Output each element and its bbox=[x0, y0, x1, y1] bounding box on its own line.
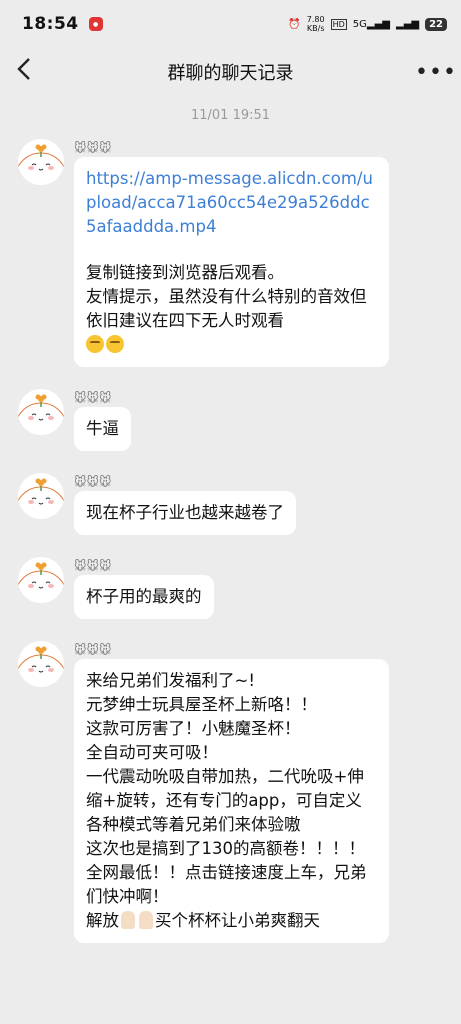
alarm-icon: ⏰ bbox=[288, 18, 301, 30]
status-bar: 18:54 ● ⏰ 7.80 KB/s HD 5G▂▄▆ ▂▄▆ 22 bbox=[0, 0, 461, 48]
message-text: 元梦绅士玩具屋圣杯上新咯！！ bbox=[86, 695, 317, 714]
avatar[interactable] bbox=[18, 557, 64, 603]
emoji-row bbox=[86, 333, 377, 357]
signal-icon: 5G▂▄▆ bbox=[352, 18, 390, 30]
sender-name: 🐭🐭🐭 bbox=[74, 643, 112, 657]
message-text: 这次也是搞到了130的高额卷！！！！全网最低！！点击链接速度上车，兄弟们快冲啊！ bbox=[86, 839, 367, 906]
message-item: 🐭🐭🐭 现在杯子行业也越来越卷了 bbox=[0, 473, 461, 535]
message-text: 一代震动吮吸自带加热，二代吮吸+伸缩+旋转，还有专门的app，可自定义各种模式等… bbox=[86, 767, 364, 834]
avatar[interactable] bbox=[18, 389, 64, 435]
message-bubble[interactable]: 杯子用的最爽的 bbox=[74, 575, 214, 619]
message-text: 现在杯子行业也越来越卷了 bbox=[86, 503, 284, 522]
grin-emoji-icon bbox=[86, 335, 104, 353]
signal-icon-2: ▂▄▆ bbox=[396, 18, 420, 30]
grin-emoji-icon bbox=[106, 335, 124, 353]
avatar[interactable] bbox=[18, 641, 64, 687]
message-text: 杯子用的最爽的 bbox=[86, 587, 202, 606]
sender-name: 🐭🐭🐭 bbox=[74, 475, 112, 489]
message-text: 牛逼 bbox=[86, 419, 119, 438]
more-icon[interactable]: ••• bbox=[415, 60, 456, 85]
message-item: 🐭🐭🐭 牛逼 bbox=[0, 389, 461, 451]
sender-name: 🐭🐭🐭 bbox=[74, 141, 112, 155]
avatar[interactable] bbox=[18, 473, 64, 519]
message-bubble[interactable]: https://amp-message.alicdn.com/upload/ac… bbox=[74, 157, 389, 367]
message-timestamp: 11/01 19:51 bbox=[190, 108, 271, 123]
avatar[interactable] bbox=[18, 139, 64, 185]
battery-icon: 22 bbox=[425, 17, 447, 31]
network-speed: 7.80 KB/s bbox=[306, 15, 325, 33]
page-title: 群聊的聊天记录 bbox=[167, 63, 294, 84]
message-bubble[interactable]: 牛逼 bbox=[74, 407, 131, 451]
raised-hand-icon bbox=[139, 911, 153, 929]
message-bubble[interactable]: 现在杯子行业也越来越卷了 bbox=[74, 491, 296, 535]
message-item: 🐭🐭🐭 来给兄弟们发福利了~! 元梦绅士玩具屋圣杯上新咯！！ 这款可厉害了！小魅… bbox=[0, 641, 461, 943]
message-bubble[interactable]: 来给兄弟们发福利了~! 元梦绅士玩具屋圣杯上新咯！！ 这款可厉害了！小魅魔圣杯！… bbox=[74, 659, 389, 943]
message-item: 🐭🐭🐭 杯子用的最爽的 bbox=[0, 557, 461, 619]
message-text: 解放 买个杯杯让小弟爽翻天 bbox=[86, 911, 320, 930]
app-notification-icon: ● bbox=[88, 17, 103, 31]
message-text: 这款可厉害了！小魅魔圣杯！ bbox=[86, 719, 301, 738]
message-item: 🐭🐭🐭 https://amp-message.alicdn.com/uploa… bbox=[0, 139, 461, 367]
sender-name: 🐭🐭🐭 bbox=[74, 559, 112, 573]
back-icon[interactable] bbox=[16, 57, 46, 88]
hd-icon: HD bbox=[330, 18, 347, 30]
sender-name: 🐭🐭🐭 bbox=[74, 391, 112, 405]
nav-bar: 群聊的聊天记录 ••• bbox=[0, 48, 461, 96]
message-text: 来给兄弟们发福利了~! bbox=[86, 671, 255, 690]
video-link[interactable]: https://amp-message.alicdn.com/upload/ac… bbox=[86, 167, 377, 239]
message-text: 友情提示，虽然没有什么特别的音效但依旧建议在四下无人时观看 bbox=[86, 287, 367, 330]
raised-hand-icon bbox=[121, 911, 135, 929]
message-text: 复制链接到浏览器后观看。 bbox=[86, 263, 284, 282]
status-time: 18:54 bbox=[22, 14, 79, 34]
message-text: 全自动可夹可吸！ bbox=[86, 743, 218, 762]
